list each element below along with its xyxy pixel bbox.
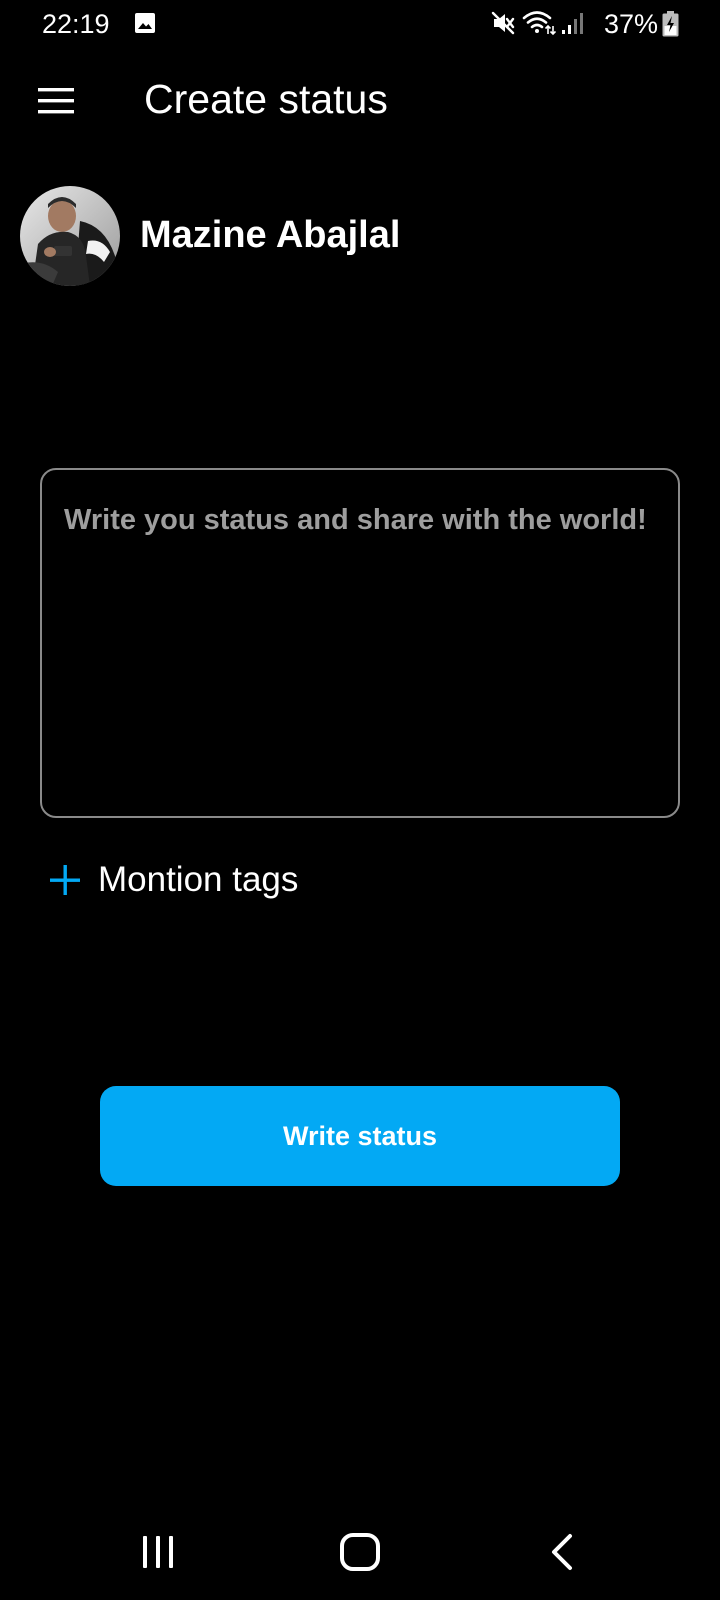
battery-percentage: 37% — [604, 9, 659, 39]
avatar-photo — [20, 186, 120, 286]
status-input[interactable] — [64, 496, 660, 796]
recent-apps-icon[interactable] — [138, 1532, 178, 1572]
home-icon[interactable] — [338, 1530, 382, 1574]
page-title: Create status — [144, 76, 388, 122]
mention-tags-label: Montion tags — [98, 860, 299, 899]
status-bar: 22:19 37% — [0, 0, 720, 48]
user-name: Mazine Abajlal — [140, 214, 401, 256]
image-notification-icon — [135, 13, 155, 33]
battery-charging-icon — [662, 11, 679, 37]
status-input-container — [40, 468, 680, 818]
wifi-icon — [522, 11, 556, 36]
hamburger-menu-icon[interactable] — [36, 86, 76, 116]
mute-icon — [491, 11, 515, 35]
write-status-button[interactable]: Write status — [100, 1086, 620, 1186]
back-icon[interactable] — [546, 1532, 578, 1572]
plus-icon — [50, 865, 80, 895]
mention-tags-button[interactable]: Montion tags — [48, 852, 298, 908]
avatar — [20, 186, 120, 286]
signal-icon — [562, 13, 583, 34]
status-time: 22:19 — [42, 9, 110, 39]
